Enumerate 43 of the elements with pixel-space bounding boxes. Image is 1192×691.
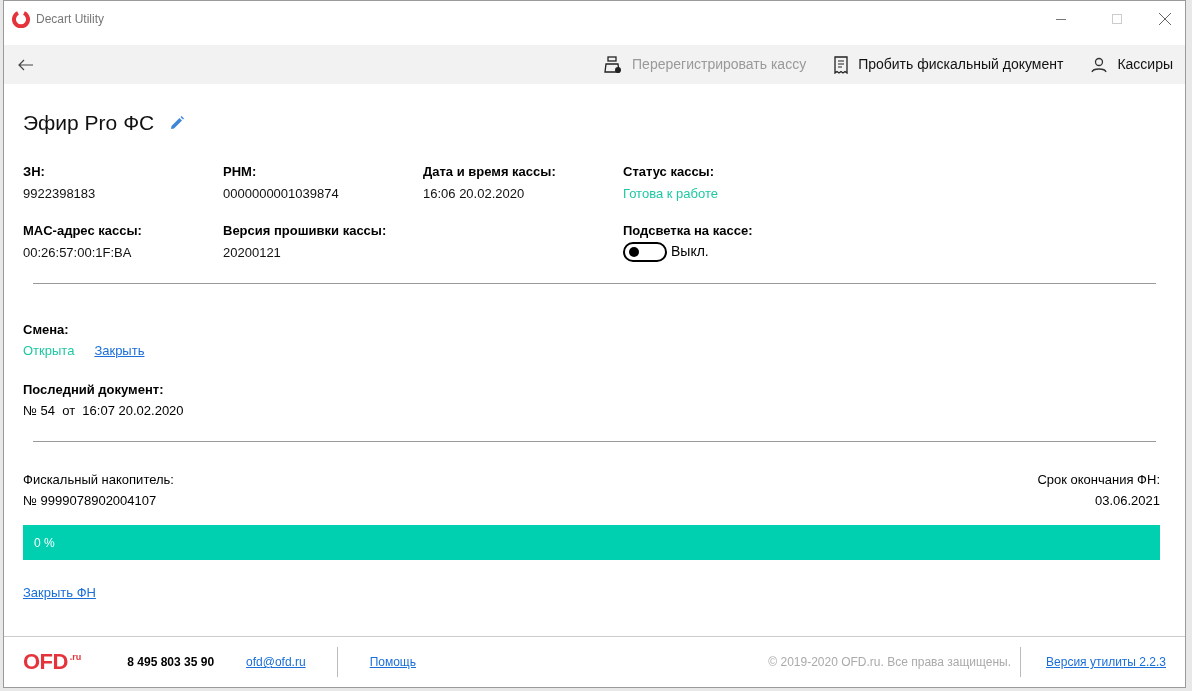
progress-reading: 0 % (34, 534, 55, 552)
field-label: РНМ: (223, 162, 258, 181)
toggle-state: Выкл. (671, 242, 709, 261)
shift-status: Открыта (23, 342, 75, 360)
field-value: 03.06.2021 (1093, 492, 1160, 510)
close-icon (1159, 13, 1171, 25)
phone-number: 8 495 803 35 90 (127, 654, 215, 671)
app-logo-icon (12, 10, 30, 28)
field-label: Фискальный накопитель: (23, 470, 174, 489)
device-name: Эфир Pro ФС (23, 110, 155, 136)
toggle-switch[interactable] (623, 241, 667, 262)
field-value: 20200121 (223, 244, 282, 262)
field-label: Смена: (23, 320, 70, 339)
field-label: MAC-адрес кассы: (23, 221, 143, 240)
field-value: 0000000001039874 (223, 185, 340, 203)
user-icon (1091, 56, 1108, 73)
toolbar-button[interactable]: Кассиры (1091, 54, 1173, 75)
field-label: Версия прошивки кассы: (223, 221, 388, 240)
cash-register-icon (604, 55, 623, 74)
field-label: Дата и время кассы: (423, 162, 557, 181)
minimize-icon (1056, 18, 1066, 20)
close-shift-link[interactable]: Закрыть (94, 341, 145, 361)
field-value: 9922398183 (23, 185, 97, 203)
field-label: Статус кассы: (623, 162, 716, 181)
field-label: Последний документ: (23, 380, 165, 399)
field-value: 16:06 20.02.2020 (423, 185, 526, 203)
field-label: Подсветка на кассе: (623, 221, 754, 240)
help-link[interactable]: Помощь (369, 653, 416, 671)
window-title: Decart Utility (36, 11, 104, 28)
field-value: № 54 от 16:07 20.02.2020 (23, 402, 185, 420)
version-link[interactable]: Версия утилиты 2.2.3 (1046, 653, 1166, 671)
field-value: 00:26:57:00:1F:BA (23, 244, 133, 262)
receipt-icon (834, 55, 849, 74)
email-link[interactable]: ofd@ofd.ru (246, 653, 306, 671)
close-fn-link[interactable]: Закрыть ФН (23, 582, 96, 602)
status-value: Готова к работе (623, 185, 719, 203)
copyright: © 2019-2020 OFD.ru. Все права защищены. (768, 654, 1012, 671)
toolbar-button[interactable]: Пробить фискальный документ (834, 54, 1064, 75)
field-label: Срок окончания ФН: (1037, 470, 1160, 489)
field-value: № 9999078902004107 (23, 492, 158, 510)
field-label: ЗН: (23, 162, 46, 181)
maximize-icon (1112, 14, 1122, 24)
edit-button[interactable] (170, 115, 185, 130)
